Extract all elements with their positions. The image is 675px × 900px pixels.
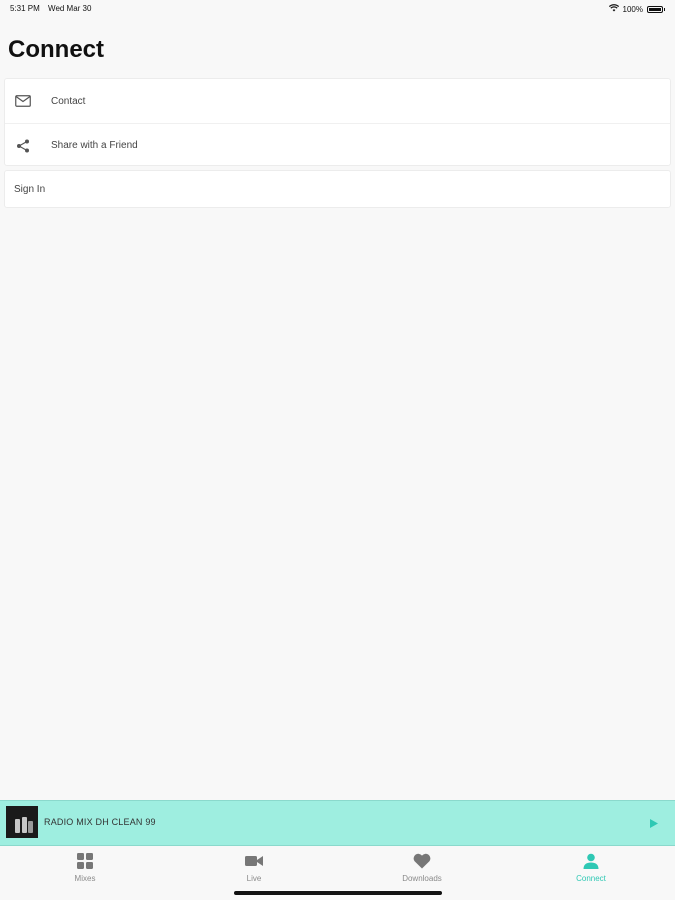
home-indicator — [234, 891, 442, 895]
battery-tip — [664, 7, 665, 11]
status-left: 5:31 PM Wed Mar 30 — [10, 4, 97, 13]
video-camera-icon — [245, 852, 263, 870]
share-label: Share with a Friend — [51, 140, 138, 151]
person-icon — [582, 852, 600, 870]
artwork-bottle — [28, 821, 33, 833]
play-icon[interactable] — [649, 817, 659, 829]
track-title: RADIO MIX DH CLEAN 99 — [44, 817, 156, 827]
sign-in-row[interactable]: Sign In — [5, 171, 670, 207]
status-date: Wed Mar 30 — [48, 4, 92, 13]
sign-in-label: Sign In — [14, 183, 46, 195]
wifi-icon — [608, 4, 619, 14]
mini-player[interactable]: RADIO MIX DH CLEAN 99 — [0, 800, 675, 846]
status-right: 100% — [608, 4, 665, 14]
envelope-icon — [15, 93, 31, 109]
sign-in-card: Sign In — [4, 170, 671, 208]
tab-connect[interactable]: Connect — [551, 852, 631, 888]
share-icon — [15, 138, 31, 154]
tab-downloads-label: Downloads — [402, 874, 442, 883]
artwork-bottle — [22, 817, 27, 833]
tab-mixes[interactable]: Mixes — [45, 852, 125, 888]
artwork-bottle — [15, 819, 20, 833]
heart-icon — [413, 852, 431, 870]
tab-connect-label: Connect — [576, 874, 606, 883]
contact-row[interactable]: Contact — [5, 79, 670, 123]
contact-label: Contact — [51, 95, 86, 107]
grid-icon — [76, 852, 94, 870]
status-time: 5:31 PM — [10, 4, 40, 13]
tab-live-label: Live — [246, 874, 262, 883]
page-title: Connect — [8, 36, 104, 63]
share-row[interactable]: Share with a Friend — [5, 123, 670, 167]
connect-options-card: Contact Share with a Friend — [4, 78, 671, 166]
tab-downloads[interactable]: Downloads — [382, 852, 462, 888]
track-artwork — [6, 806, 38, 838]
tab-live[interactable]: Live — [214, 852, 294, 888]
battery-percent: 100% — [622, 4, 643, 14]
connect-screen: 5:31 PM Wed Mar 30 100% Connect Contact … — [0, 0, 675, 900]
tab-mixes-label: Mixes — [74, 874, 96, 883]
battery-icon — [647, 5, 663, 13]
status-bar: 5:31 PM Wed Mar 30 100% — [0, 0, 675, 18]
